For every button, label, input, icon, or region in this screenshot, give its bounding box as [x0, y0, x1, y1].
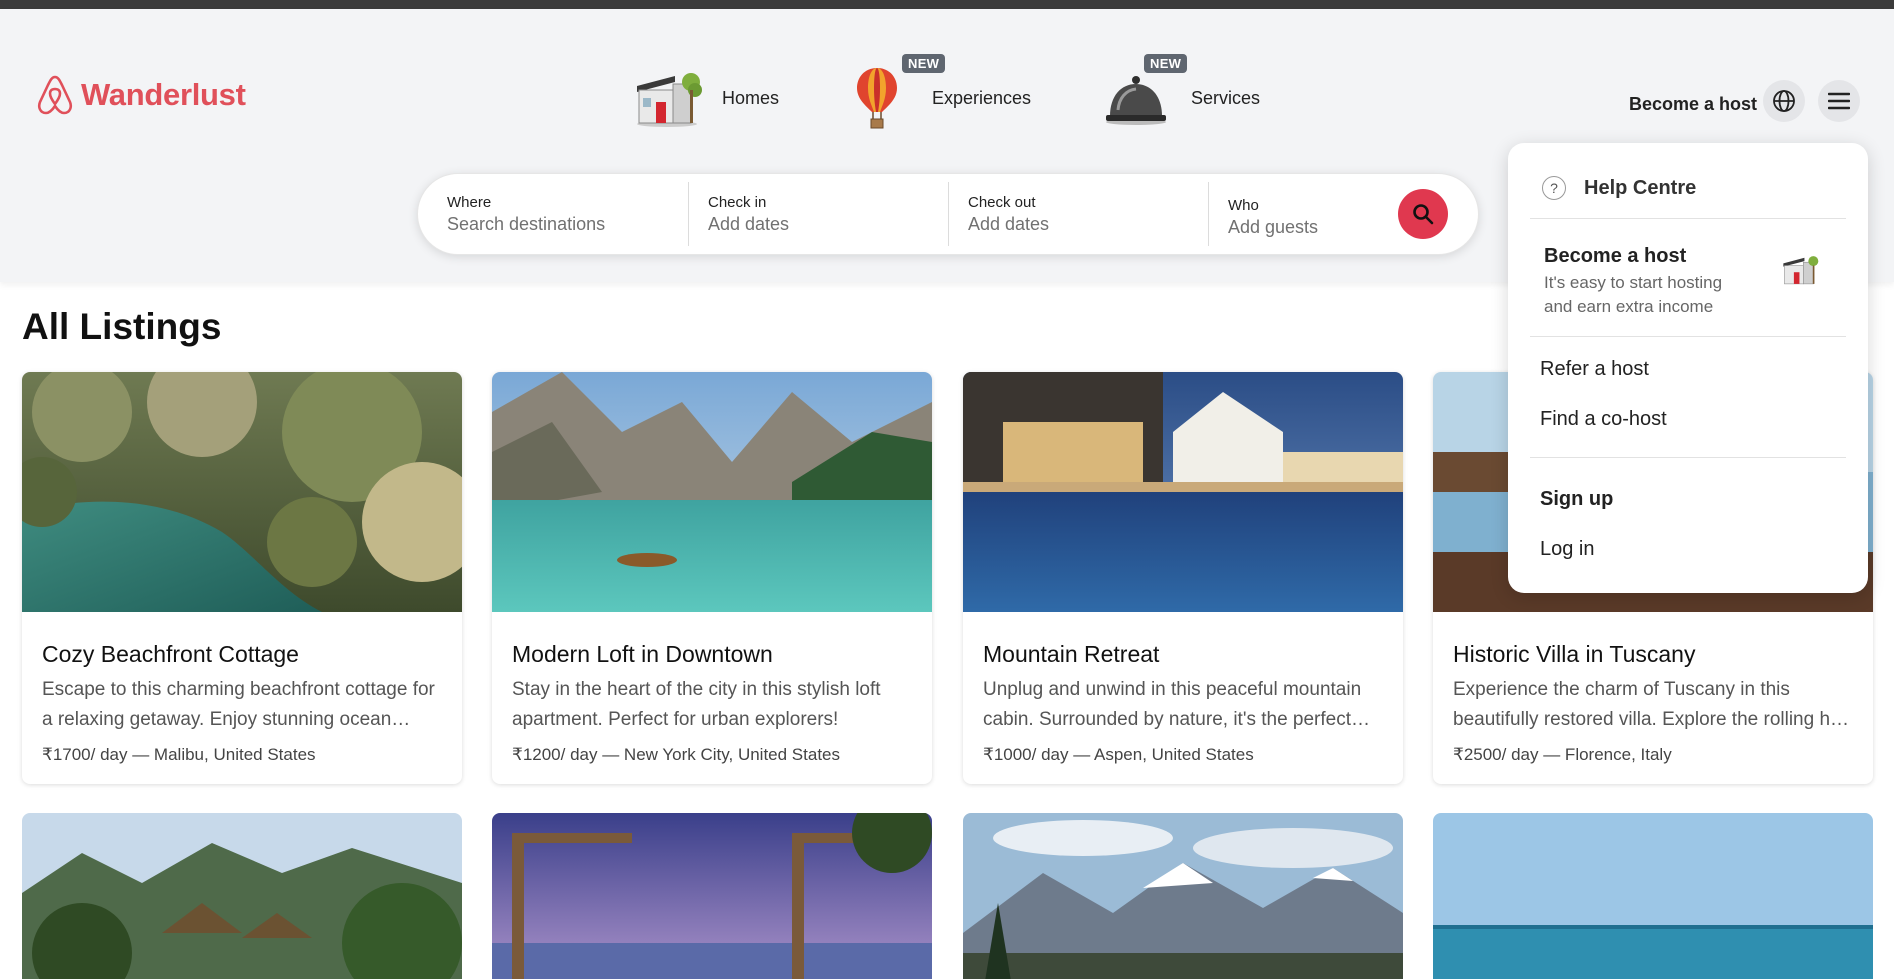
- category-homes-label: Homes: [722, 87, 780, 108]
- listing-title: Mountain Retreat: [983, 641, 1160, 667]
- search-where-field[interactable]: Where: [447, 174, 667, 254]
- brand-name: Wanderlust: [81, 77, 246, 112]
- become-host-subtitle: and earn extra income: [1544, 297, 1714, 316]
- sign-up-item[interactable]: Sign up: [1540, 488, 1613, 511]
- language-button[interactable]: [1763, 80, 1805, 122]
- service-bell-icon: [1097, 64, 1175, 132]
- become-host-item[interactable]: Become a host It's easy to start hosting…: [1530, 233, 1846, 333]
- help-icon: ?: [1542, 176, 1566, 200]
- listing-photo: [492, 813, 932, 979]
- new-badge: NEW: [902, 54, 946, 73]
- search-who-field[interactable]: Who Add guests: [1228, 174, 1388, 254]
- hamburger-menu-icon: [1828, 92, 1850, 110]
- new-badge: NEW: [1144, 54, 1188, 73]
- category-homes[interactable]: Homes: [628, 64, 779, 132]
- listing-description: Escape to this charming beachfront cotta…: [42, 679, 435, 730]
- logo-icon: [37, 75, 73, 115]
- listing-card[interactable]: Cozy Beachfront Cottage Escape to this c…: [22, 372, 462, 784]
- category-experiences[interactable]: NEW Experiences: [838, 54, 1032, 132]
- checkout-label: Check out: [968, 193, 1036, 211]
- listing-title: Cozy Beachfront Cottage: [42, 641, 299, 667]
- listing-photo: [963, 372, 1403, 612]
- search-icon: [1413, 204, 1434, 225]
- listing-card[interactable]: [963, 813, 1403, 979]
- listing-price-location: ₹2500/ day — Florence, Italy: [1453, 745, 1672, 764]
- who-label: Who: [1228, 196, 1259, 214]
- menu-divider: [1530, 336, 1846, 337]
- listing-card[interactable]: Modern Loft in Downtown Stay in the hear…: [492, 372, 932, 784]
- become-host-title: Become a host: [1544, 245, 1687, 267]
- refer-host-item[interactable]: Refer a host: [1540, 358, 1649, 381]
- listing-photo: [1433, 813, 1873, 979]
- become-host-subtitle: It's easy to start hosting: [1544, 273, 1723, 292]
- listing-title: Modern Loft in Downtown: [512, 641, 773, 667]
- listing-title: Historic Villa in Tuscany: [1453, 641, 1696, 667]
- brand-logo[interactable]: Wanderlust: [35, 73, 246, 117]
- hot-air-balloon-icon: [838, 64, 916, 132]
- menu-button[interactable]: [1818, 80, 1860, 122]
- listing-card[interactable]: [1433, 813, 1873, 979]
- become-host-link[interactable]: Become a host: [1629, 94, 1757, 115]
- listing-description: Experience the charm of Tuscany in this …: [1453, 679, 1853, 730]
- search-button[interactable]: [1398, 189, 1448, 239]
- page-title: All Listings: [22, 306, 222, 347]
- destination-input[interactable]: [447, 213, 647, 235]
- listing-photo: [22, 813, 462, 979]
- listing-price-location: ₹1700/ day — Malibu, United States: [42, 745, 316, 764]
- listing-description: Stay in the heart of the city in this st…: [512, 679, 881, 730]
- search-divider: [1208, 182, 1209, 246]
- globe-icon: [1773, 90, 1795, 112]
- checkout-value: Add dates: [968, 213, 1050, 234]
- log-in-item[interactable]: Log in: [1540, 538, 1595, 561]
- find-cohost-item[interactable]: Find a co-host: [1540, 408, 1667, 431]
- menu-divider: [1530, 218, 1846, 219]
- search-divider: [948, 182, 949, 246]
- help-centre-item[interactable]: Help Centre: [1584, 177, 1696, 200]
- listing-price-location: ₹1000/ day — Aspen, United States: [983, 745, 1254, 764]
- category-experiences-label: Experiences: [932, 87, 1032, 108]
- search-divider: [688, 182, 689, 246]
- house-icon: [1783, 256, 1819, 285]
- listing-description: Unplug and unwind in this peaceful mount…: [983, 679, 1362, 730]
- listing-card[interactable]: Mountain Retreat Unplug and unwind in th…: [963, 372, 1403, 784]
- listing-photo: [492, 372, 932, 612]
- listing-price-location: ₹1200/ day — New York City, United State…: [512, 745, 840, 764]
- listing-photo: [22, 372, 462, 612]
- listing-card[interactable]: [492, 813, 932, 979]
- listing-card[interactable]: [22, 813, 462, 979]
- menu-divider: [1530, 457, 1846, 458]
- window-top-bar: [0, 0, 1894, 9]
- house-icon: [628, 64, 706, 132]
- search-checkout-field[interactable]: Check out Add dates: [968, 174, 1188, 254]
- checkin-value: Add dates: [708, 213, 790, 234]
- user-menu-dropdown: ? Help Centre Become a host It's easy to…: [1508, 143, 1868, 593]
- search-bar: Where Check in Add dates Check out Add d…: [417, 173, 1479, 255]
- search-checkin-field[interactable]: Check in Add dates: [708, 174, 928, 254]
- category-services[interactable]: NEW Services: [1097, 54, 1261, 132]
- checkin-label: Check in: [708, 193, 767, 211]
- listing-photo: [963, 813, 1403, 979]
- category-services-label: Services: [1191, 87, 1261, 108]
- who-value: Add guests: [1228, 216, 1319, 237]
- where-label: Where: [447, 193, 492, 211]
